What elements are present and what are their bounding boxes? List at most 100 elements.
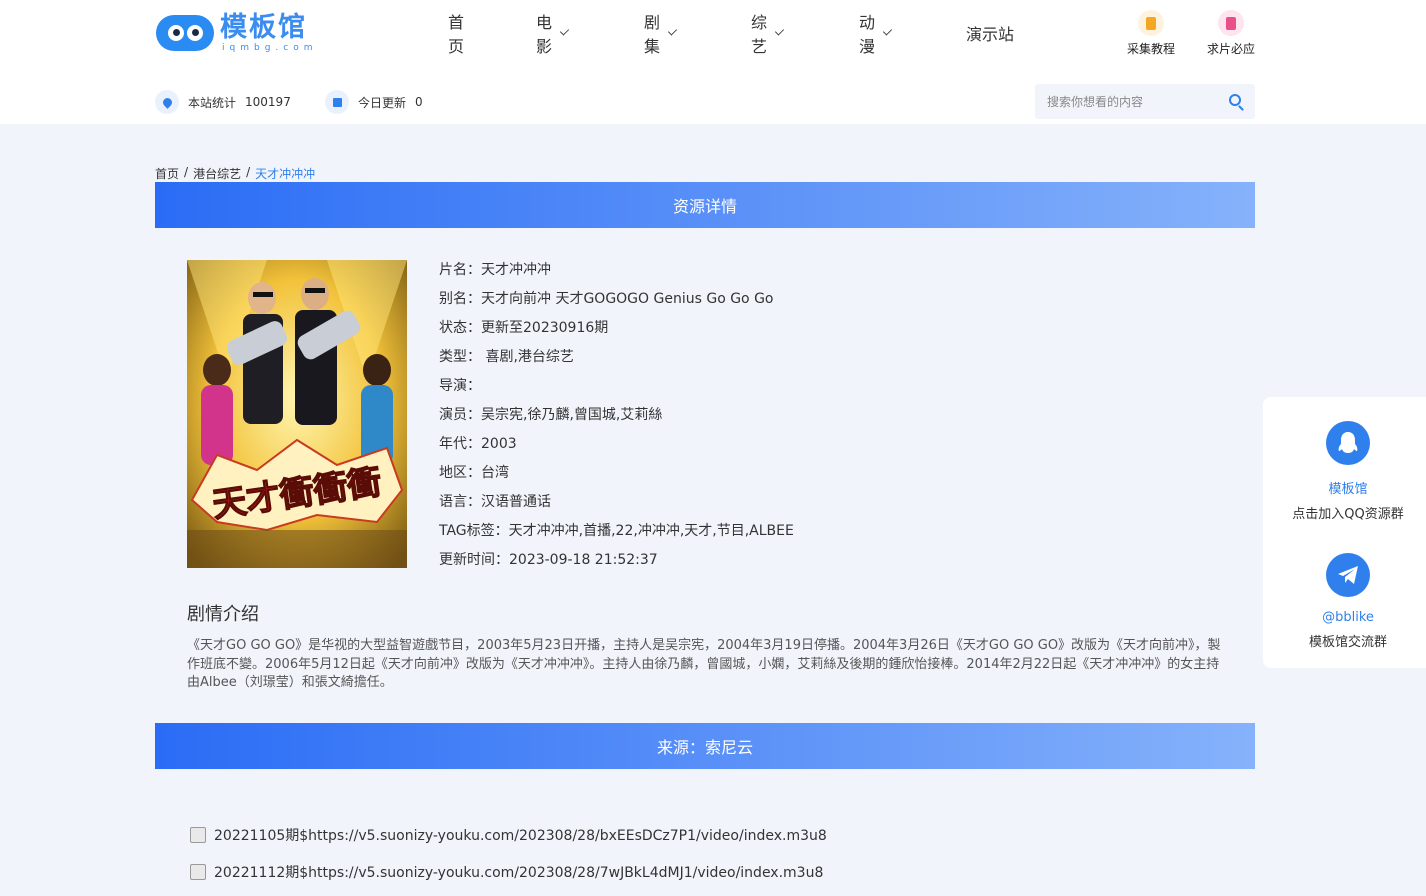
nav-label: 剧集: [644, 13, 661, 56]
info-value[interactable]: 喜剧,港台综艺: [481, 349, 573, 365]
chevron-down-icon: [774, 25, 785, 36]
calendar-icon: [325, 90, 349, 114]
nav-series[interactable]: 剧集: [644, 13, 678, 56]
info-row-director: 导演：: [439, 374, 794, 403]
info-label: 别名：: [439, 291, 481, 307]
telegram-group-name[interactable]: @bblike: [1263, 610, 1426, 625]
chevron-down-icon: [882, 25, 893, 36]
info-label: 状态：: [439, 320, 481, 336]
episode-checkbox[interactable]: [190, 864, 206, 880]
nav-movies[interactable]: 电影: [536, 13, 570, 56]
breadcrumb-home[interactable]: 首页: [155, 165, 179, 182]
info-label: 更新时间：: [439, 552, 509, 568]
info-label: 年代：: [439, 436, 481, 452]
tool-label: 采集教程: [1126, 42, 1175, 56]
info-value: 更新至20230916期: [481, 320, 609, 336]
info-row-cast: 演员：吴宗宪,徐乃麟,曾国城,艾莉絲: [439, 403, 794, 432]
nav-label: 首页: [448, 13, 465, 56]
episode-item: 20221105期$https://v5.suonizy-youku.com/2…: [190, 825, 827, 845]
tool-tutorial[interactable]: 采集教程: [1121, 10, 1181, 57]
info-label: 地区：: [439, 465, 481, 481]
detail-info-list: 片名：天才冲冲冲 别名：天才向前冲 天才GOGOGO Genius Go Go …: [439, 258, 794, 577]
info-row-year: 年代：2003: [439, 432, 794, 461]
detail-banner: 资源详情: [155, 182, 1255, 228]
qq-group-name[interactable]: 模板馆: [1263, 478, 1426, 497]
stat-today: 今日更新 0: [325, 90, 423, 114]
breadcrumb-separator: /: [184, 165, 189, 179]
search-icon[interactable]: [1229, 94, 1241, 106]
info-value: 2003: [481, 436, 517, 452]
poster-graphic: 天才衝衝衝: [187, 260, 407, 568]
episode-link-text[interactable]: 20221112期$https://v5.suonizy-youku.com/2…: [214, 862, 823, 882]
stat-label: 本站统计: [188, 95, 237, 110]
film-request-icon: [1218, 10, 1244, 36]
stat-total: 本站统计 100197: [155, 90, 291, 114]
info-row-updated: 更新时间：2023-09-18 21:52:37: [439, 548, 794, 577]
breadcrumb-category[interactable]: 港台综艺: [193, 165, 241, 182]
heart-icon: [155, 90, 179, 114]
info-value: 台湾: [481, 465, 509, 481]
logo-subtitle: iqmbg.com: [222, 43, 318, 53]
info-row-status: 状态：更新至20230916期: [439, 316, 794, 345]
stat-label: 今日更新: [358, 95, 407, 110]
info-label: TAG标签：: [439, 523, 509, 539]
breadcrumb-current[interactable]: 天才冲冲冲: [255, 165, 315, 182]
poster-image: 天才衝衝衝: [187, 260, 407, 568]
info-row-region: 地区：台湾: [439, 461, 794, 490]
info-row-alias: 别名：天才向前冲 天才GOGOGO Genius Go Go Go: [439, 287, 794, 316]
info-label: 语言：: [439, 494, 481, 510]
nav-home[interactable]: 首页: [448, 13, 464, 56]
info-value: 汉语普通话: [481, 494, 551, 510]
source-banner-title: 来源：索尼云: [656, 738, 753, 757]
plot-title: 剧情介绍: [187, 604, 259, 625]
stat-value: 100197: [245, 95, 291, 109]
qq-group-desc: 点击加入QQ资源群: [1292, 507, 1404, 522]
info-label: 导演：: [439, 378, 481, 394]
telegram-icon[interactable]: [1326, 553, 1370, 597]
logo-mascot-icon: [156, 13, 214, 53]
nav-label: 电影: [536, 13, 553, 56]
info-row-type: 类型： 喜剧,港台综艺: [439, 345, 794, 374]
tool-request[interactable]: 求片必应: [1201, 10, 1261, 57]
nav-label: 演示站: [966, 25, 1015, 44]
info-label: 演员：: [439, 407, 481, 423]
tool-label: 求片必应: [1206, 42, 1255, 56]
search-box: [1035, 84, 1255, 119]
nav-variety[interactable]: 综艺: [751, 13, 785, 56]
episode-item: 20221112期$https://v5.suonizy-youku.com/2…: [190, 862, 823, 882]
info-value: 2023-09-18 21:52:37: [509, 552, 658, 568]
info-label: 类型：: [439, 349, 481, 365]
nav-anime[interactable]: 动漫: [859, 13, 893, 56]
telegram-group-link[interactable]: @bblike 模板馆交流群: [1263, 553, 1426, 650]
search-input[interactable]: [1047, 94, 1227, 109]
info-value: 吴宗宪,徐乃麟,曾国城,艾莉絲: [481, 407, 663, 423]
logo-title: 模板馆: [220, 12, 307, 43]
breadcrumb: 首页 / 港台综艺 / 天才冲冲冲: [155, 165, 315, 182]
nav-label: 综艺: [751, 13, 768, 56]
info-row-language: 语言：汉语普通话: [439, 490, 794, 519]
info-row-title: 片名：天才冲冲冲: [439, 258, 794, 287]
contact-float-panel: 模板馆 点击加入QQ资源群 @bblike 模板馆交流群: [1263, 397, 1426, 668]
source-banner: 来源：索尼云: [155, 723, 1255, 769]
top-header: 模板馆 iqmbg.com 首页 电影 剧集 综艺 动漫 演示站 采集教程 求片…: [0, 0, 1426, 124]
episode-checkbox[interactable]: [190, 827, 206, 843]
nav-label: 动漫: [859, 13, 876, 56]
qq-group-link[interactable]: 模板馆 点击加入QQ资源群: [1263, 421, 1426, 522]
chevron-down-icon: [559, 25, 570, 36]
chevron-down-icon: [667, 25, 678, 36]
breadcrumb-separator: /: [246, 165, 251, 179]
info-label: 片名：: [439, 262, 481, 278]
nav-demo[interactable]: 演示站: [966, 18, 1014, 48]
episode-link-text[interactable]: 20221105期$https://v5.suonizy-youku.com/2…: [214, 825, 827, 845]
qq-icon[interactable]: [1326, 421, 1370, 465]
plot-description: 《天才GO GO GO》是华视的大型益智遊戲节目，2003年5月23日开播，主持…: [187, 638, 1221, 690]
info-value: 天才向前冲 天才GOGOGO Genius Go Go Go: [481, 291, 774, 307]
info-value: 天才冲冲冲,首播,22,冲冲冲,天才,节目,ALBEE: [508, 523, 794, 539]
stat-value: 0: [415, 95, 423, 109]
site-logo[interactable]: 模板馆 iqmbg.com: [156, 10, 331, 56]
info-row-tags: TAG标签：天才冲冲冲,首播,22,冲冲冲,天才,节目,ALBEE: [439, 519, 794, 548]
info-value: 天才冲冲冲: [481, 262, 551, 278]
document-icon: [1138, 10, 1164, 36]
detail-banner-title: 资源详情: [672, 197, 737, 216]
telegram-group-desc: 模板馆交流群: [1308, 635, 1387, 650]
